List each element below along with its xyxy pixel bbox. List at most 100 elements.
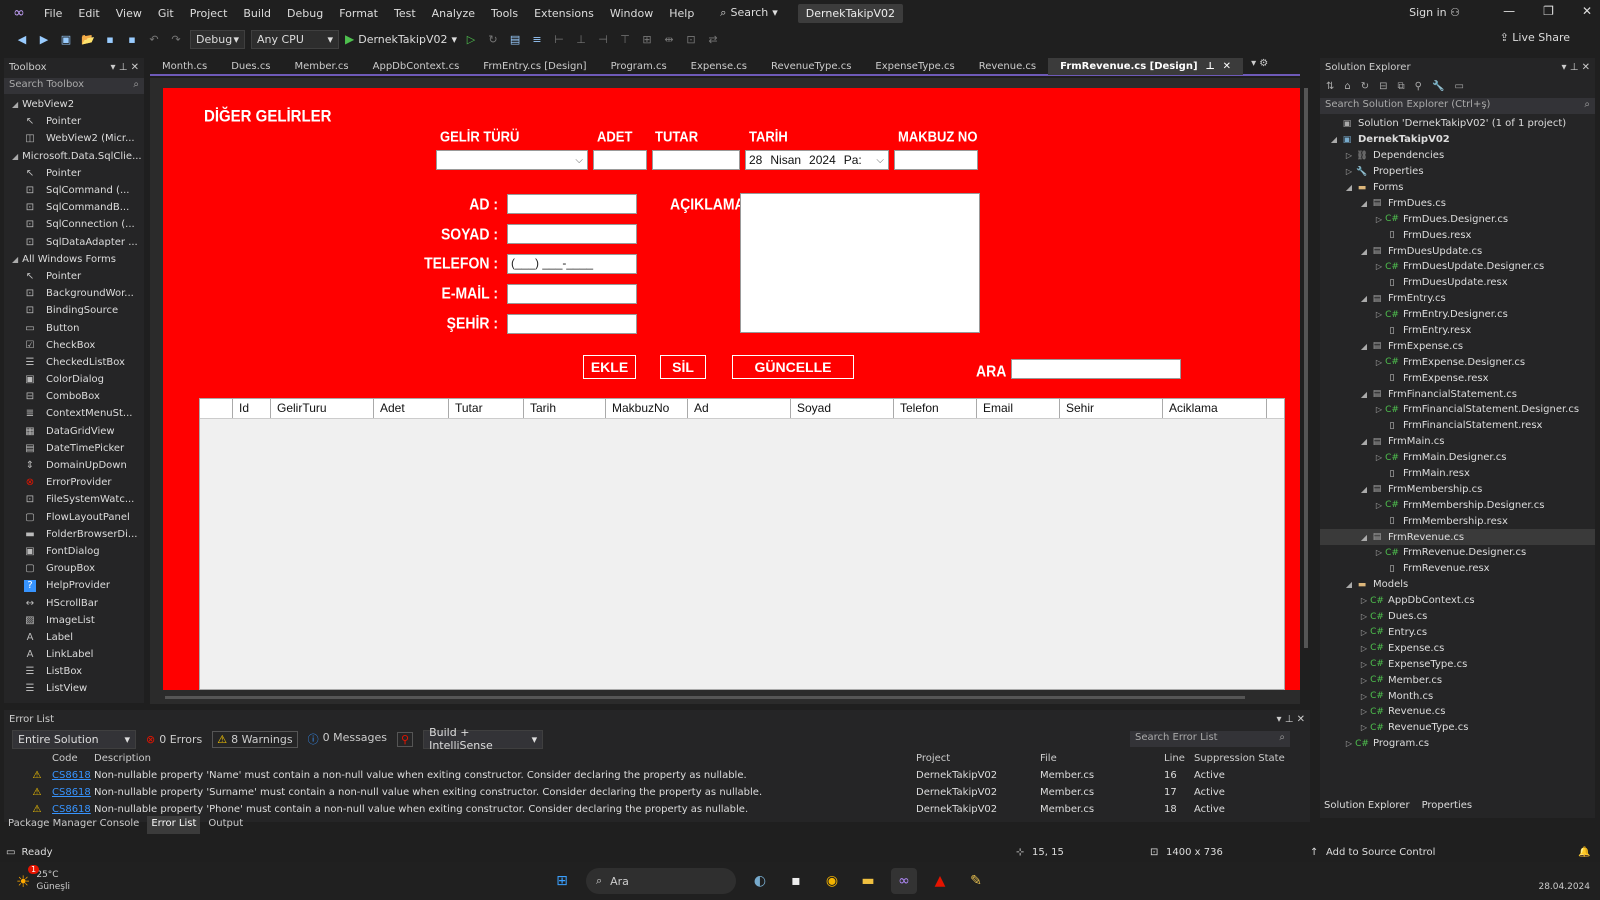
grid-column-header[interactable]: Email — [977, 399, 1060, 418]
expand-icon[interactable]: ▷ — [1343, 151, 1355, 160]
expand-icon[interactable]: ▷ — [1373, 548, 1385, 557]
menu-file[interactable]: File — [36, 7, 70, 20]
expand-icon[interactable]: ◢ — [1358, 485, 1370, 494]
sehir-input[interactable] — [507, 314, 637, 334]
errors-filter-button[interactable]: ⊗ 0 Errors — [146, 733, 202, 746]
solution-tree-item[interactable]: ◢ ▤ FrmEntry.cs — [1320, 291, 1595, 307]
expand-icon[interactable]: ◢ — [1343, 580, 1355, 589]
collapse-all-icon[interactable]: ⊟ — [1379, 81, 1387, 92]
expand-icon[interactable]: ◢ — [1358, 247, 1370, 256]
gelir-turu-combobox[interactable]: ⌵ — [436, 150, 588, 170]
solution-tree-item[interactable]: ▷ C# Expense.cs — [1320, 640, 1595, 656]
solution-tree-item[interactable]: ◢ ▤ FrmMain.cs — [1320, 434, 1595, 450]
solution-tree-item[interactable]: ▯ FrmRevenue.resx — [1320, 561, 1595, 577]
error-list-window-icons[interactable]: ▾ ⊥ ✕ — [1277, 714, 1305, 725]
tab-month-cs[interactable]: Month.cs — [150, 58, 219, 75]
error-list-search[interactable]: Search Error List ⌕ — [1130, 731, 1290, 747]
expand-icon[interactable]: ▷ — [1358, 707, 1370, 716]
solution-tree-item[interactable]: ▷ C# Member.cs — [1320, 672, 1595, 688]
weather-widget[interactable]: ☀ 1 25°C Güneşli — [16, 865, 70, 893]
acrobat-icon[interactable]: ▲ — [927, 868, 953, 894]
menu-extensions[interactable]: Extensions — [526, 7, 602, 20]
adet-input[interactable] — [593, 150, 647, 170]
menu-project[interactable]: Project — [182, 7, 236, 20]
makbuz-no-input[interactable] — [894, 150, 978, 170]
solution-tree-item[interactable]: ▷ C# FrmEntry.Designer.cs — [1320, 307, 1595, 323]
hot-reload-icon[interactable]: ↻ — [485, 31, 501, 47]
grid-column-header[interactable]: Adet — [374, 399, 449, 418]
format-icon[interactable]: ≡ — [529, 31, 545, 47]
expand-icon[interactable]: ▷ — [1373, 215, 1385, 224]
new-item-icon[interactable]: ▣ — [58, 31, 74, 47]
build-filter-select[interactable]: Build + IntelliSense ▾ — [423, 726, 544, 752]
start-without-debugging-icon[interactable]: ▷ — [463, 31, 479, 47]
undo-icon[interactable]: ↶ — [146, 31, 162, 47]
toolbox-item[interactable]: ? HelpProvider — [4, 577, 144, 594]
visual-studio-taskbar-icon[interactable]: ∞ — [890, 868, 917, 894]
toolbox-item[interactable]: ↖ Pointer — [4, 113, 144, 130]
tab-order-icon[interactable]: ⇄ — [705, 31, 721, 47]
align-left-icon[interactable]: ⊢ — [551, 31, 567, 47]
expand-icon[interactable]: ◢ — [1358, 199, 1370, 208]
save-icon[interactable]: ▪ — [102, 31, 118, 47]
solution-tree-item[interactable]: ◢ ▤ FrmRevenue.cs — [1320, 529, 1595, 546]
aciklama-textarea[interactable] — [740, 193, 980, 333]
error-row[interactable]: ⚠ CS8618 Non-nullable property 'Surname' m… — [4, 784, 1310, 801]
toolbox-item[interactable]: ⊡ BindingSource — [4, 302, 144, 319]
menu-build[interactable]: Build — [235, 7, 279, 20]
expand-icon[interactable]: ◢ — [1358, 390, 1370, 399]
menu-debug[interactable]: Debug — [279, 7, 331, 20]
solution-tree-item[interactable]: ▷ C# Program.cs — [1320, 736, 1595, 752]
solution-tree-item[interactable]: ◢ ▤ FrmFinancialStatement.cs — [1320, 386, 1595, 402]
solution-tree-item[interactable]: ▯ FrmMain.resx — [1320, 466, 1595, 482]
start-debugging-button[interactable]: ▶ DernekTakipV02 ▾ — [345, 32, 457, 46]
toolbox-item[interactable]: ☑ CheckBox — [4, 337, 144, 354]
footer-tab-properties[interactable]: Properties — [1422, 800, 1473, 811]
toolbox-item[interactable]: ⊗ ErrorProvider — [4, 474, 144, 491]
expand-icon[interactable]: ◢ — [12, 100, 18, 109]
messages-filter-button[interactable]: ⓘ 0 Messages — [308, 731, 387, 747]
revenue-datagridview[interactable]: Id GelirTuru Adet Tutar Tarih MakbuzNo Ad Soyad… — [199, 398, 1285, 690]
col-description[interactable]: Description — [94, 753, 916, 764]
solution-tree-item[interactable]: ◢ ▤ FrmExpense.cs — [1320, 338, 1595, 354]
solution-explorer-window-icons[interactable]: ▾ ⊥ ✕ — [1562, 62, 1590, 73]
navigate-back-icon[interactable]: ◀ — [14, 31, 30, 47]
tab-revenuetype-cs[interactable]: RevenueType.cs — [759, 58, 863, 75]
filter-icon[interactable]: ⚲ — [1415, 81, 1422, 92]
toolbox-group[interactable]: ◢ All Windows Forms — [4, 251, 144, 268]
expand-icon[interactable]: ▷ — [1358, 644, 1370, 653]
ara-input[interactable] — [1011, 359, 1181, 379]
toolbox-item[interactable]: ◫ WebView2 (Micr... — [4, 130, 144, 147]
expand-icon[interactable]: ▷ — [1358, 628, 1370, 637]
expand-icon[interactable]: ▷ — [1343, 739, 1355, 748]
toolbox-item[interactable]: ⊡ FileSystemWatc... — [4, 491, 144, 508]
restore-icon[interactable]: ❐ — [1543, 4, 1554, 18]
soyad-input[interactable] — [507, 224, 637, 244]
toolbox-item[interactable]: ⊡ SqlCommand (... — [4, 182, 144, 199]
solution-tree-item[interactable]: ◢ ▤ FrmMembership.cs — [1320, 481, 1595, 497]
error-code[interactable]: CS8618 — [52, 770, 94, 781]
menu-tools[interactable]: Tools — [483, 7, 526, 20]
tab-member-cs[interactable]: Member.cs — [283, 58, 361, 75]
grid-column-header[interactable]: Soyad — [791, 399, 894, 418]
solution-tree-item[interactable]: ◢ ▬ Models — [1320, 577, 1595, 593]
toolbox-item[interactable]: ▣ FontDialog — [4, 543, 144, 560]
tab-appdbcontext-cs[interactable]: AppDbContext.cs — [361, 58, 472, 75]
toolbox-group[interactable]: ◢ Microsoft.Data.SqlClie... — [4, 148, 144, 165]
align-top-icon[interactable]: ⊤ — [617, 31, 633, 47]
expand-icon[interactable]: ◢ — [1358, 533, 1370, 542]
expand-icon[interactable]: ▷ — [1358, 676, 1370, 685]
show-all-icon[interactable]: ⧉ — [1398, 81, 1405, 92]
telefon-masked-input[interactable]: (___) ___-____ — [507, 254, 637, 274]
live-share-button[interactable]: ⇪ Live Share — [1500, 31, 1570, 44]
error-row[interactable]: ⚠ CS8618 Non-nullable property 'Name' must… — [4, 767, 1310, 784]
expand-icon[interactable]: ◢ — [1358, 342, 1370, 351]
expand-icon[interactable]: ◢ — [12, 152, 18, 161]
grid-column-header[interactable]: Telefon — [894, 399, 977, 418]
align-center-icon[interactable]: ⊥ — [573, 31, 589, 47]
toolbox-group[interactable]: ◢ WebView2 — [4, 96, 144, 113]
menu-help[interactable]: Help — [661, 7, 702, 20]
menu-view[interactable]: View — [108, 7, 150, 20]
menu-analyze[interactable]: Analyze — [424, 7, 483, 20]
toolbox-item[interactable]: A LinkLabel — [4, 646, 144, 663]
